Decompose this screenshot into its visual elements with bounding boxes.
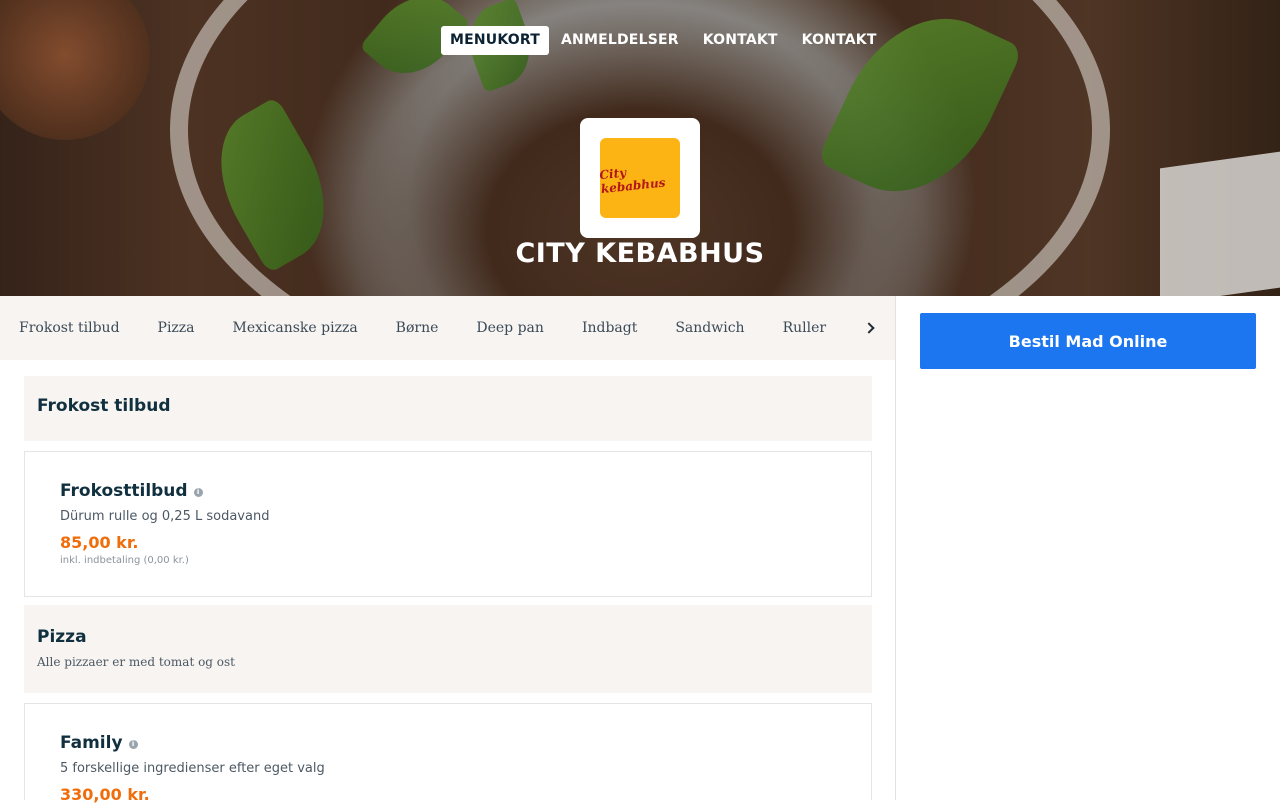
item-price: 330,00 kr. <box>60 785 150 804</box>
category-list: Frokost tilbud Pizza Mexicanske pizza Bø… <box>0 296 893 360</box>
top-navigation: MENUKORT ANMELDELSER KONTAKT KONTAKT <box>441 26 889 55</box>
category-next-button[interactable] <box>835 296 895 360</box>
category-deep-pan[interactable]: Deep pan <box>457 320 563 336</box>
nav-kontakt[interactable]: KONTAKT <box>691 26 790 55</box>
item-name: Frokosttilbud <box>60 481 188 501</box>
order-online-button[interactable]: Bestil Mad Online <box>920 313 1256 369</box>
category-ruller[interactable]: Ruller <box>764 320 846 336</box>
section-description: Alle pizzaer er med tomat og ost <box>37 655 235 669</box>
category-bar: Frokost tilbud Pizza Mexicanske pizza Bø… <box>0 296 895 360</box>
logo-badge: City kebabhus <box>598 138 680 218</box>
item-title-row: Family i <box>60 733 871 753</box>
item-name: Family <box>60 733 123 753</box>
item-title-row: Frokosttilbud i <box>60 481 871 501</box>
restaurant-name: CITY KEBABHUS <box>515 238 765 269</box>
category-frokost-tilbud[interactable]: Frokost tilbud <box>0 320 139 336</box>
category-mexicanske-pizza[interactable]: Mexicanske pizza <box>214 320 377 336</box>
nav-kontakt-2[interactable]: KONTAKT <box>790 26 889 55</box>
section-title: Pizza <box>37 627 87 647</box>
section-header-pizza: Pizza Alle pizzaer er med tomat og ost <box>24 605 872 693</box>
menu-item-frokosttilbud[interactable]: Frokosttilbud i Dürum rulle og 0,25 L so… <box>24 451 872 597</box>
category-pizza[interactable]: Pizza <box>139 320 214 336</box>
hero-napkin-decoration <box>1160 151 1280 296</box>
section-title: Frokost tilbud <box>37 396 171 416</box>
item-description: Dürum rulle og 0,25 L sodavand <box>60 509 270 524</box>
chevron-right-icon <box>863 322 875 334</box>
section-header-frokost-tilbud: Frokost tilbud <box>24 376 872 441</box>
category-indbagt[interactable]: Indbagt <box>563 320 656 336</box>
category-borne[interactable]: Børne <box>377 320 458 336</box>
menu-item-family[interactable]: Family i 5 forskellige ingredienser efte… <box>24 703 872 804</box>
item-price: 85,00 kr. <box>60 533 139 552</box>
hero-jar-decoration <box>0 0 150 140</box>
category-sandwich[interactable]: Sandwich <box>656 320 763 336</box>
item-deposit-note: inkl. indbetaling (0,00 kr.) <box>60 555 189 566</box>
sidebar-divider <box>895 296 896 800</box>
restaurant-logo: City kebabhus <box>580 118 700 238</box>
info-icon[interactable]: i <box>128 740 138 749</box>
item-description: 5 forskellige ingredienser efter eget va… <box>60 761 325 776</box>
info-icon[interactable]: i <box>193 488 203 497</box>
nav-menukort[interactable]: MENUKORT <box>441 26 550 55</box>
nav-anmeldelser[interactable]: ANMELDELSER <box>549 26 691 55</box>
logo-wordmark: City kebabhus <box>598 165 667 197</box>
